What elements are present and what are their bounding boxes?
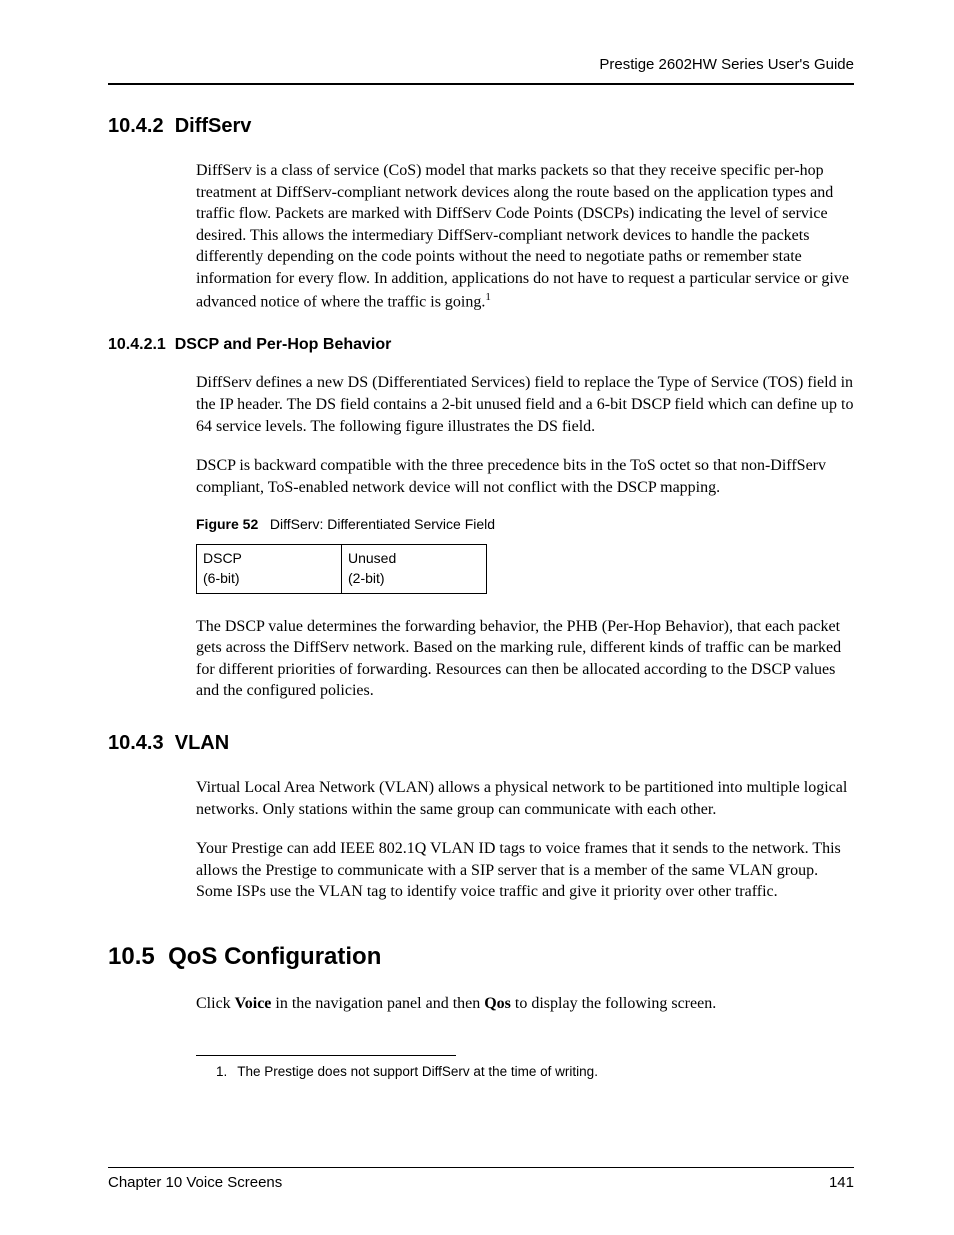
header-guide-title: Prestige 2602HW Series User's Guide xyxy=(108,56,854,73)
section-number: 10.5 xyxy=(108,943,155,970)
section-title: VLAN xyxy=(175,732,229,754)
cell-line2: (2-bit) xyxy=(348,570,385,586)
bold-voice: Voice xyxy=(235,995,272,1012)
figure-caption: Figure 52 DiffServ: Differentiated Servi… xyxy=(196,516,854,532)
para-dscp-compat: DSCP is backward compatible with the thr… xyxy=(196,455,854,498)
table-cell-dscp: DSCP (6-bit) xyxy=(197,545,342,593)
heading-vlan: 10.4.3 VLAN xyxy=(108,732,854,755)
heading-diffserv: 10.4.2 DiffServ xyxy=(108,115,854,138)
cell-line1: Unused xyxy=(348,550,396,566)
section-number: 10.4.2.1 xyxy=(108,336,166,353)
text-segment: in the navigation panel and then xyxy=(271,995,484,1012)
table-cell-unused: Unused (2-bit) xyxy=(342,545,487,593)
ds-field-table: DSCP (6-bit) Unused (2-bit) xyxy=(196,544,487,593)
footnote-number: 1. xyxy=(216,1064,227,1079)
para-dscp-behavior: The DSCP value determines the forwarding… xyxy=(196,616,854,702)
section-number: 10.4.3 xyxy=(108,732,164,754)
section-title: QoS Configuration xyxy=(168,943,381,970)
text-segment: Click xyxy=(196,995,235,1012)
para-diffserv-intro: DiffServ is a class of service (CoS) mod… xyxy=(196,160,854,312)
footer-chapter: Chapter 10 Voice Screens xyxy=(108,1174,282,1191)
section-number: 10.4.2 xyxy=(108,115,164,137)
bold-qos: Qos xyxy=(484,995,511,1012)
page-container: Prestige 2602HW Series User's Guide 10.4… xyxy=(0,0,954,1235)
section-title: DSCP and Per-Hop Behavior xyxy=(175,336,392,353)
footer-divider xyxy=(108,1167,854,1168)
cell-line1: DSCP xyxy=(203,550,242,566)
section-title: DiffServ xyxy=(175,115,252,137)
footnote-body: The Prestige does not support DiffServ a… xyxy=(237,1064,598,1079)
heading-dscp-phb: 10.4.2.1 DSCP and Per-Hop Behavior xyxy=(108,336,854,354)
footnote-text: 1. The Prestige does not support DiffServ… xyxy=(216,1064,854,1079)
footnote-divider xyxy=(196,1055,456,1056)
footer-row: Chapter 10 Voice Screens 141 xyxy=(108,1174,854,1191)
cell-line2: (6-bit) xyxy=(203,570,240,586)
para-vlan-prestige: Your Prestige can add IEEE 802.1Q VLAN I… xyxy=(196,838,854,903)
page-footer: Chapter 10 Voice Screens 141 xyxy=(108,1167,854,1191)
para-vlan-intro: Virtual Local Area Network (VLAN) allows… xyxy=(196,777,854,820)
para-dscp-intro: DiffServ defines a new DS (Differentiate… xyxy=(196,372,854,437)
figure-title: DiffServ: Differentiated Service Field xyxy=(270,516,495,532)
para-qos-instruction: Click Voice in the navigation panel and … xyxy=(196,993,854,1015)
para-text: DiffServ is a class of service (CoS) mod… xyxy=(196,162,849,310)
text-segment: to display the following screen. xyxy=(511,995,716,1012)
footer-page-number: 141 xyxy=(829,1174,854,1191)
table-row: DSCP (6-bit) Unused (2-bit) xyxy=(197,545,487,593)
figure-number: Figure 52 xyxy=(196,516,258,532)
header-divider xyxy=(108,83,854,85)
footnote-marker: 1 xyxy=(485,291,491,303)
heading-qos-config: 10.5 QoS Configuration xyxy=(108,943,854,971)
